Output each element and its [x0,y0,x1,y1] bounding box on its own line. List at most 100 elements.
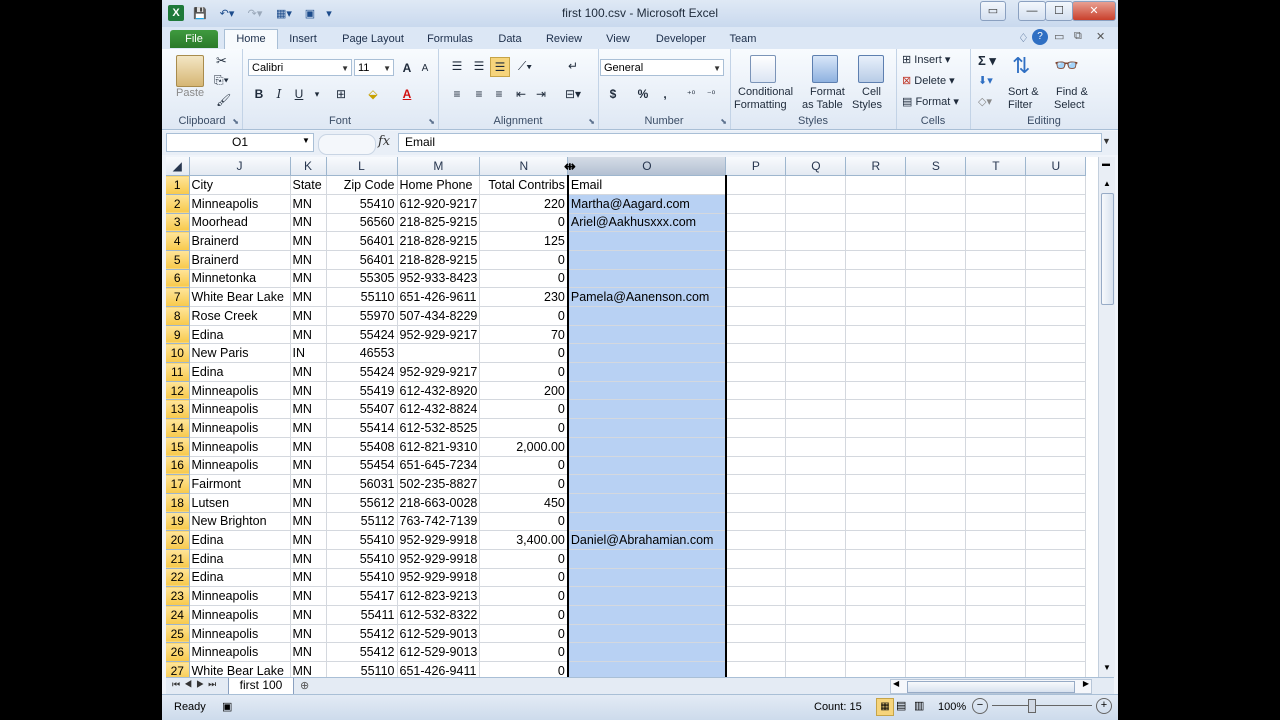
cell-state[interactable]: MN [290,624,327,644]
formula-bar-resizer[interactable] [318,134,376,155]
cell-email[interactable] [566,512,727,532]
scroll-down-icon[interactable]: ▼ [1103,663,1111,672]
column-header-j[interactable]: J [189,157,291,177]
cell-empty[interactable] [1025,343,1087,364]
number-launcher-icon[interactable]: ⬊ [720,117,727,126]
cell-email[interactable]: Pamela@Aanenson.com [566,287,727,307]
format-cells-button[interactable]: ▤ Format ▾ [902,95,959,108]
row-header[interactable]: 4 [166,231,190,251]
increase-indent-icon[interactable]: ⇥ [532,85,550,103]
cell-zip[interactable]: 55412 [326,624,398,644]
cell-empty[interactable] [845,381,907,401]
column-header-o[interactable]: O [567,157,727,177]
cell-empty[interactable] [965,456,1027,476]
workbook-close-icon[interactable]: ✕ [1096,30,1105,43]
cell-empty[interactable] [905,474,967,494]
cell-contrib[interactable]: 0 [479,213,569,233]
cell-phone[interactable]: 952-929-9217 [397,325,481,345]
font-launcher-icon[interactable]: ⬊ [428,117,435,126]
cell-zip[interactable]: 55612 [326,493,398,513]
cell-styles-label-2[interactable]: Styles [852,99,882,111]
cell-contrib[interactable]: 0 [479,418,569,438]
cell-city[interactable]: Minneapolis [189,642,291,663]
formula-input[interactable]: Email [398,133,1102,152]
cell-empty[interactable] [905,549,967,569]
cell-empty[interactable] [905,287,967,307]
cell-zip[interactable]: Zip Code [326,175,398,195]
cell-phone[interactable]: 218-828-9215 [397,250,481,270]
cell-empty[interactable] [845,325,907,345]
cell-email[interactable] [566,624,727,644]
sheet-nav-icons[interactable]: ⏮◀▶⏭ [172,679,220,690]
cell-empty[interactable] [725,586,787,606]
cell-empty[interactable] [905,362,967,382]
cell-zip[interactable]: 55412 [326,642,398,663]
cell-styles-icon[interactable] [858,55,884,83]
cell-state[interactable]: MN [290,381,327,401]
cell-phone[interactable]: 651-426-9611 [397,287,481,307]
name-box-dropdown-icon[interactable]: ▼ [302,136,310,145]
align-center-icon[interactable]: ≡ [470,85,488,103]
cell-contrib[interactable]: 70 [479,325,569,345]
workbook-minimize-icon[interactable]: ▭ [1054,30,1064,43]
cell-empty[interactable] [905,250,967,270]
cell-empty[interactable] [725,418,787,438]
cell-empty[interactable] [965,512,1027,532]
cell-empty[interactable] [965,269,1027,289]
cell-email[interactable] [566,362,727,382]
underline-button[interactable]: U [290,85,308,103]
cell-city[interactable]: Minneapolis [189,437,291,457]
cell-state[interactable]: MN [290,194,327,214]
cell-empty[interactable] [965,549,1027,569]
cell-empty[interactable] [905,231,967,251]
cell-state[interactable]: MN [290,456,327,476]
cell-styles-label[interactable]: Cell [862,86,881,98]
row-header[interactable]: 6 [166,269,190,289]
cell-empty[interactable] [725,231,787,251]
align-left-icon[interactable]: ≡ [448,85,466,103]
bold-button[interactable]: B [250,85,268,103]
page-layout-view-icon[interactable]: ▤ [896,699,906,712]
percent-button[interactable]: % [634,85,652,103]
cell-empty[interactable] [965,437,1027,457]
cell-zip[interactable]: 55410 [326,568,398,588]
cell-contrib[interactable]: 0 [479,269,569,289]
cell-empty[interactable] [845,269,907,289]
cell-empty[interactable] [965,661,1027,677]
cell-empty[interactable] [845,624,907,644]
cell-empty[interactable] [785,287,847,307]
tab-insert[interactable]: Insert [282,30,324,48]
cell-zip[interactable]: 55970 [326,306,398,326]
page-break-view-icon[interactable]: ▥ [914,699,924,712]
cell-state[interactable]: MN [290,399,327,420]
cell-empty[interactable] [965,362,1027,382]
cell-empty[interactable] [845,194,907,214]
paste-icon[interactable] [176,55,204,87]
cell-email[interactable] [566,474,727,494]
cell-email[interactable] [566,418,727,438]
cell-email[interactable] [566,250,727,270]
row-header[interactable]: 16 [166,456,190,476]
zoom-level[interactable]: 100% [938,701,966,713]
cell-city[interactable]: Edina [189,568,291,588]
clear-icon[interactable]: ◇▾ [978,95,992,108]
cell-contrib[interactable]: 0 [479,343,569,364]
cell-empty[interactable] [1025,437,1087,457]
row-header[interactable]: 18 [166,493,190,513]
zoom-slider-thumb[interactable] [1028,699,1036,713]
cell-empty[interactable] [1025,250,1087,270]
cell-empty[interactable] [845,661,907,677]
scroll-up-icon[interactable]: ▲ [1103,179,1111,188]
cell-zip[interactable]: 55454 [326,456,398,476]
column-header-t[interactable]: T [965,157,1027,177]
sort-filter-label-2[interactable]: Filter [1008,99,1032,111]
cell-phone[interactable]: 952-929-9217 [397,362,481,382]
cell-empty[interactable] [785,437,847,457]
cell-empty[interactable] [725,624,787,644]
cell-phone[interactable]: 952-929-9918 [397,530,481,550]
cell-empty[interactable] [725,642,787,663]
cell-contrib[interactable]: 0 [479,624,569,644]
cell-empty[interactable] [965,418,1027,438]
cell-city[interactable]: Edina [189,362,291,382]
cell-empty[interactable] [785,512,847,532]
